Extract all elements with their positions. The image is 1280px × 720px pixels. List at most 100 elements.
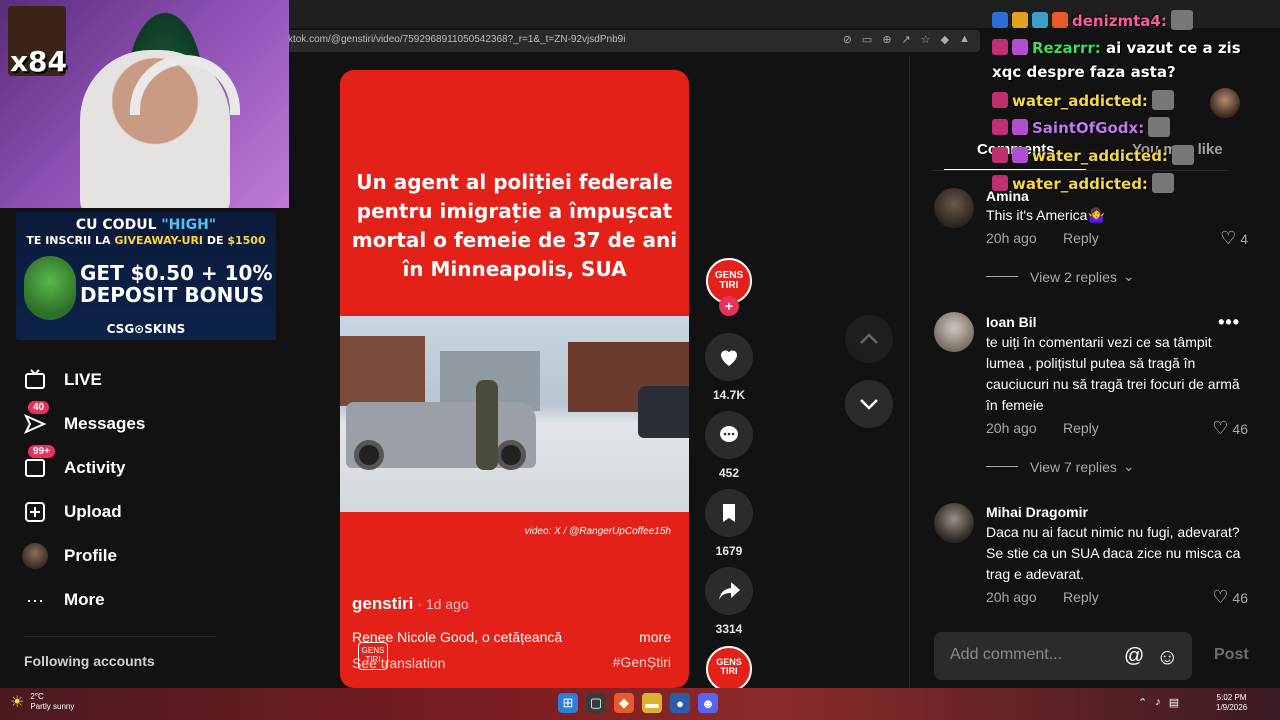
mention-icon[interactable]: @: [1124, 645, 1144, 668]
reply-button[interactable]: Reply: [1063, 230, 1099, 246]
comment-box: @ ☺: [934, 632, 1192, 680]
caption-more-link[interactable]: more: [639, 629, 671, 645]
alert-icon[interactable]: ▲: [959, 33, 970, 46]
comment-count: 452: [718, 466, 740, 480]
heart-icon: ♡: [1212, 587, 1229, 607]
view-replies-button[interactable]: View 7 replies ⌄: [986, 458, 1135, 475]
next-video-button[interactable]: [845, 380, 893, 428]
sidebar-item-label: More: [64, 590, 105, 609]
video-username[interactable]: genstiri · 1d ago: [352, 594, 469, 614]
discord-icon[interactable]: ☻: [698, 693, 718, 713]
sidebar-item-profile[interactable]: Profile: [22, 541, 117, 571]
see-translation-link[interactable]: See translation: [352, 655, 445, 671]
heart-icon: ♡: [1220, 228, 1237, 248]
zoom-icon[interactable]: ⊕: [882, 33, 891, 46]
messages-badge: 40: [28, 401, 50, 414]
chevron-down-icon: [860, 399, 878, 410]
chevron-down-icon: ⌄: [1122, 268, 1135, 284]
emoji-icon[interactable]: ☺: [1156, 644, 1178, 670]
activity-icon: 99+: [22, 445, 55, 481]
promo-character: [24, 256, 76, 320]
comment-item: Amina This it's America🤷‍♀️ 20h ago Repl…: [934, 188, 1254, 285]
comment-icon: [720, 426, 738, 442]
video-hashtag: #GenȘtiri: [612, 654, 671, 670]
browser-icon[interactable]: ◆: [614, 693, 634, 713]
view-replies-button[interactable]: View 2 replies ⌄: [986, 268, 1135, 285]
screen-icon[interactable]: ▭: [862, 33, 872, 46]
comment-item: Ioan Bil ••• te uiți în comentarii vezi …: [934, 312, 1254, 482]
comment-button[interactable]: [705, 411, 753, 459]
crown-icon: [1012, 12, 1028, 28]
share-icon[interactable]: ↗: [902, 33, 911, 46]
network-icon[interactable]: ▤: [1169, 696, 1179, 709]
comment-like[interactable]: ♡ 46: [1212, 587, 1248, 608]
tabs-divider: [932, 170, 1228, 171]
sidebar-item-upload[interactable]: Upload: [22, 497, 122, 527]
comment-like[interactable]: ♡ 4: [1220, 228, 1248, 249]
car: [638, 386, 689, 438]
clock[interactable]: 5:02 PM 1/9/2026: [1216, 693, 1247, 713]
bookmark-icon[interactable]: ☆: [921, 33, 931, 46]
comment-input[interactable]: [950, 646, 1120, 664]
comment-time: 20h ago: [986, 420, 1037, 436]
chat-message: denizmta4:: [992, 10, 1193, 30]
avatar[interactable]: [934, 503, 974, 543]
shield-icon[interactable]: ◆: [941, 33, 949, 46]
sidebar-item-messages[interactable]: 40 Messages: [22, 401, 145, 439]
follow-plus-icon[interactable]: +: [719, 296, 739, 316]
emote-icon: [1151, 90, 1174, 110]
weather-widget[interactable]: ☀ 2°C Partly sunny: [10, 692, 74, 712]
avatar[interactable]: [934, 312, 974, 352]
user-avatar[interactable]: [1210, 88, 1240, 118]
sidebar-item-more[interactable]: ··· More: [22, 585, 105, 615]
chevron-up-icon[interactable]: ⌃: [1138, 696, 1147, 709]
reply-button[interactable]: Reply: [1063, 420, 1099, 436]
comment-author[interactable]: Mihai Dragomir: [986, 504, 1088, 520]
reply-button[interactable]: Reply: [1063, 589, 1099, 605]
post-button[interactable]: Post: [1214, 646, 1249, 664]
save-count: 1679: [715, 544, 743, 558]
sidebar-item-label: Upload: [64, 502, 122, 521]
gift-icon: [1012, 147, 1028, 163]
video-age: · 1d ago: [413, 596, 469, 612]
comment-author[interactable]: Ioan Bil: [986, 314, 1037, 330]
comment-item: Mihai Dragomir Daca nu ai facut nimic nu…: [934, 503, 1254, 613]
activity-badge: 99+: [28, 445, 55, 458]
live-icon: [22, 367, 48, 393]
task-view-icon[interactable]: ▢: [586, 693, 606, 713]
multiplier-text: x84: [10, 45, 68, 78]
sidebar-item-activity[interactable]: 99+ Activity: [22, 445, 125, 483]
share-button[interactable]: [705, 567, 753, 615]
chat-message: xqc despre faza asta?: [992, 63, 1176, 81]
save-button[interactable]: [705, 489, 753, 537]
wheel: [496, 440, 526, 470]
following-accounts-label: Following accounts: [24, 653, 155, 669]
steam-icon[interactable]: ●: [670, 693, 690, 713]
sound-disc[interactable]: GENS TIRI: [706, 646, 752, 692]
address-bar[interactable]: ktok.com/@genstiri/video/759296891105054…: [280, 30, 980, 52]
badge-icon: [992, 119, 1008, 135]
badge-icon: [992, 39, 1008, 55]
heart-icon: [721, 350, 737, 366]
webcam-overlay: x84: [0, 0, 289, 208]
chat-message: water_addicted:: [992, 145, 1194, 165]
officer: [476, 380, 498, 470]
previous-video-button[interactable]: [845, 315, 893, 363]
taskbar-apps: ⊞ ▢ ◆ ▬ ● ☻: [558, 693, 718, 713]
folder-icon[interactable]: ▬: [642, 693, 662, 713]
like-button[interactable]: [705, 333, 753, 381]
mute-icon[interactable]: ⊘: [843, 33, 852, 46]
avatar[interactable]: [934, 188, 974, 228]
sun-icon: ☀: [10, 694, 25, 711]
pickup-truck: [346, 402, 536, 470]
more-options-icon[interactable]: •••: [1218, 312, 1240, 333]
speaker-icon[interactable]: ♪: [1155, 696, 1161, 709]
video-player[interactable]: Un agent al poliției federale pentru imi…: [340, 70, 689, 688]
start-icon[interactable]: ⊞: [558, 693, 578, 713]
more-icon: ···: [26, 589, 44, 610]
comment-like[interactable]: ♡ 46: [1212, 418, 1248, 439]
comment-time: 20h ago: [986, 230, 1037, 246]
comment-text: te uiți în comentarii vezi ce sa tâmpit …: [986, 334, 1240, 413]
sidebar-item-live[interactable]: LIVE: [22, 365, 102, 395]
chevron-down-icon: ⌄: [1122, 458, 1135, 474]
